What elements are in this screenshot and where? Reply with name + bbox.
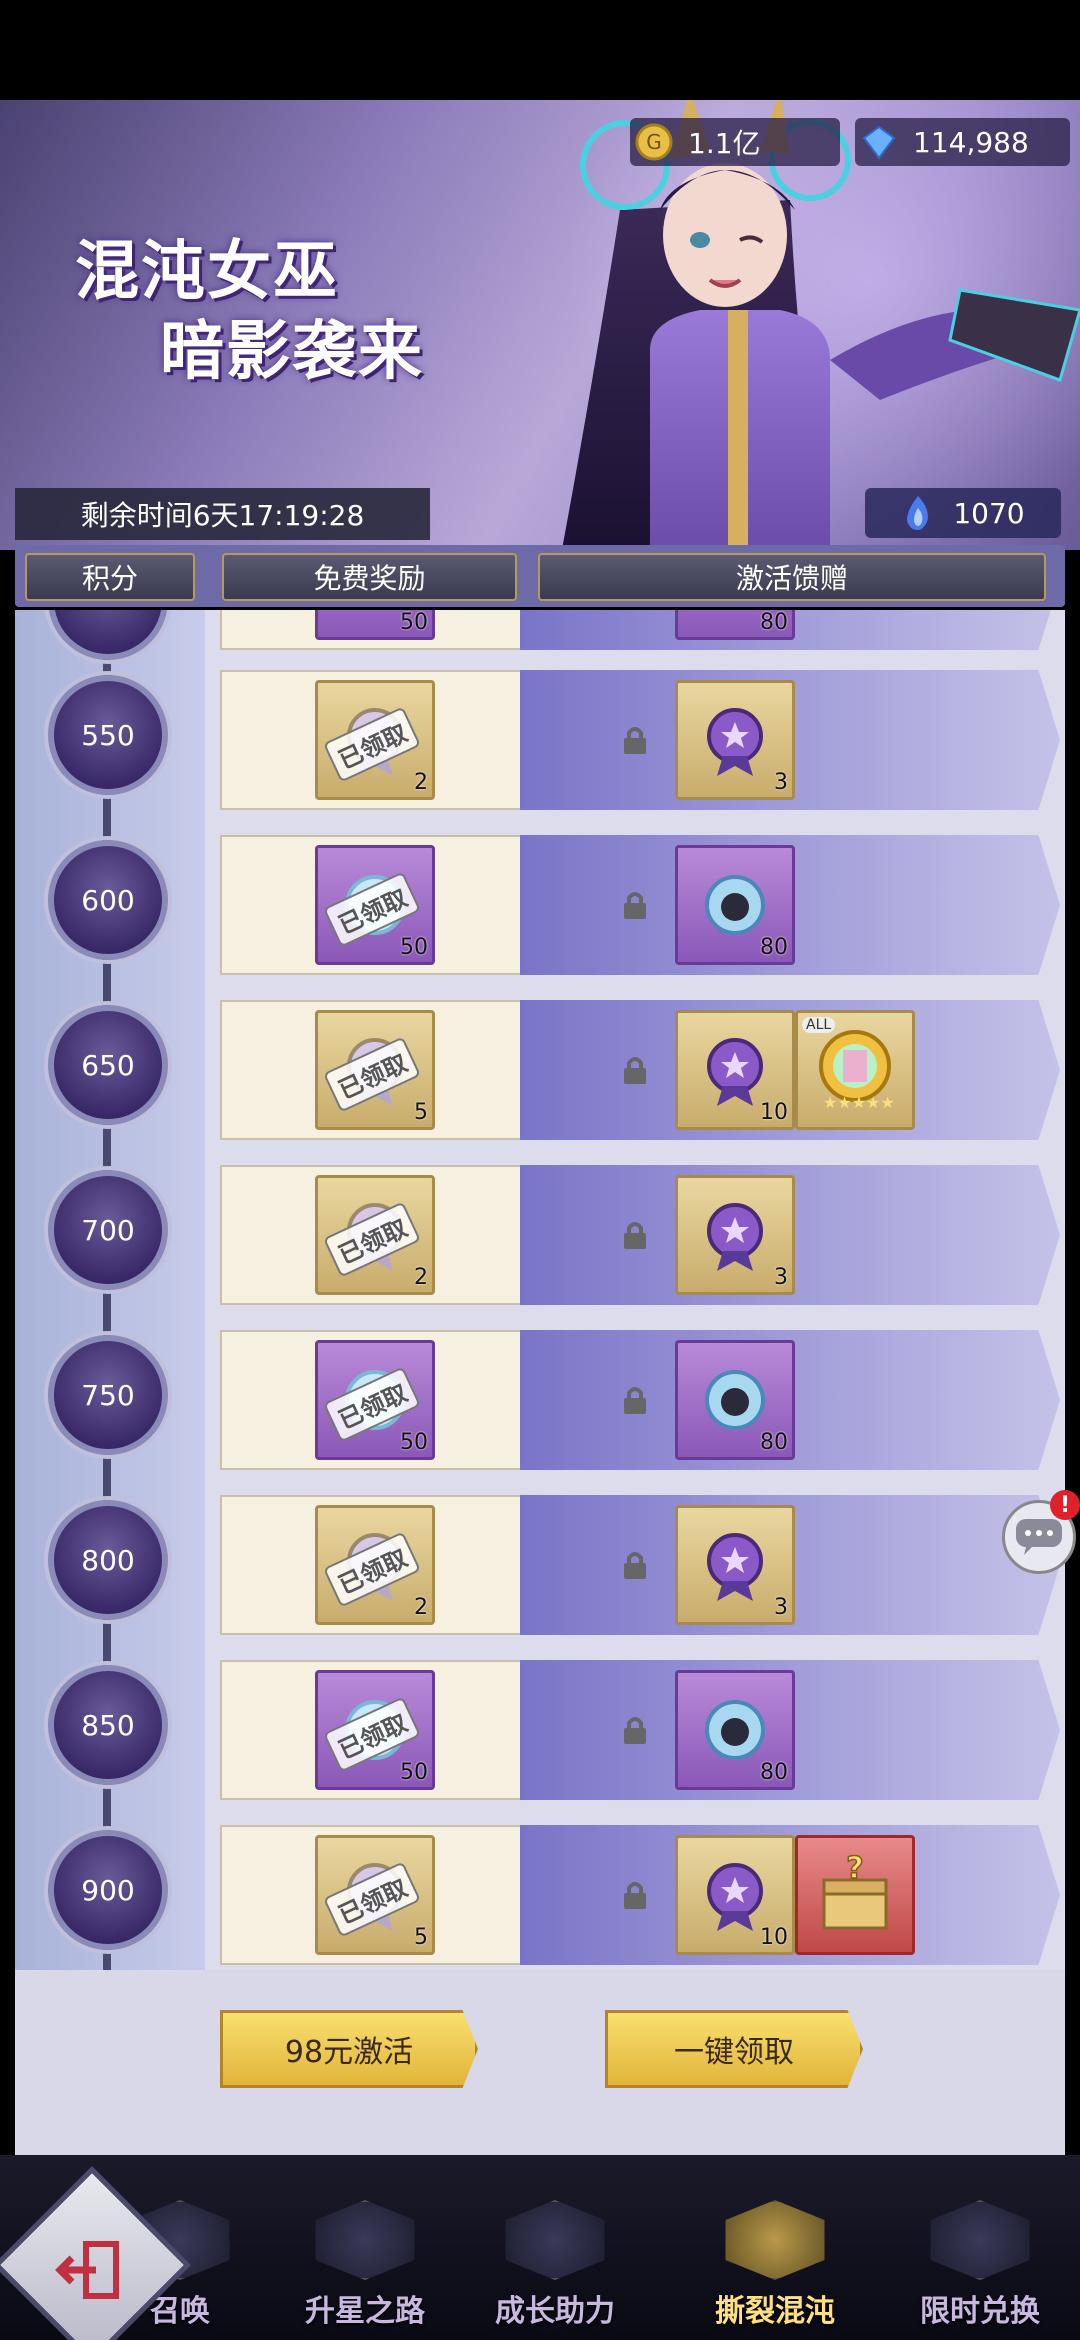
claim-all-button[interactable]: 一键领取: [605, 2010, 863, 2088]
tab-activation-gifts[interactable]: 激活馈赠: [538, 553, 1046, 601]
reward-item-purple-medal[interactable]: 10: [675, 1835, 795, 1955]
remaining-time: 剩余时间6天17:19:28: [15, 488, 430, 540]
lock-icon: [624, 1057, 646, 1084]
score-node: 700: [48, 1170, 168, 1290]
reward-item-purple-medal[interactable]: 10: [675, 1010, 795, 1130]
lock-icon: [624, 1387, 646, 1414]
nav-tear-chaos[interactable]: 撕裂混沌: [690, 2200, 860, 2340]
nav-label: 限时兑换: [920, 2294, 1040, 2329]
lock-icon: [624, 1222, 646, 1249]
reward-row: 已领取 50 80: [220, 1330, 1060, 1470]
nav-label: 成长助力: [495, 2294, 615, 2329]
reward-item-purple-medal[interactable]: 3: [675, 680, 795, 800]
gem-counter[interactable]: 114,988: [855, 118, 1070, 166]
chat-bubble-icon: [1016, 1519, 1062, 1555]
lock-icon: [624, 1717, 646, 1744]
svg-text:★★★★★: ★★★★★: [823, 1093, 895, 1112]
wing-emblem-icon: [505, 2200, 605, 2280]
lock-icon: [624, 1552, 646, 1579]
exit-door-icon: [55, 2241, 119, 2299]
reward-row: 已领取 2 3: [220, 1495, 1060, 1635]
nav-limited-exchange[interactable]: 限时兑换: [895, 2200, 1065, 2340]
gift-box-icon: [930, 2200, 1030, 2280]
svg-text:?: ?: [846, 1851, 863, 1886]
points-counter: 1070: [865, 488, 1061, 538]
activate-98-button[interactable]: 98元激活: [220, 2010, 478, 2088]
reward-row: 已领取 5 10 ?: [220, 1825, 1060, 1965]
score-node: 750: [48, 1335, 168, 1455]
reward-item-medal[interactable]: 已领取 2: [315, 1175, 435, 1295]
reward-row-partial: 50 80: [220, 610, 1060, 650]
reward-item-purple-medal[interactable]: 3: [675, 1175, 795, 1295]
reward-item-dark-orb[interactable]: 80: [675, 845, 795, 965]
reward-item-mystery-chest[interactable]: ?: [795, 1835, 915, 1955]
score-node: 650: [48, 1005, 168, 1125]
score-node: 850: [48, 1665, 168, 1785]
tab-free-rewards[interactable]: 免费奖励: [222, 553, 517, 601]
reward-item-crystal-orb[interactable]: 已领取 50: [315, 1670, 435, 1790]
reward-item-medal[interactable]: 已领取 5: [315, 1835, 435, 1955]
diamond-icon: [859, 122, 899, 162]
notification-badge: !: [1050, 1490, 1080, 1520]
score-node: 550: [48, 675, 168, 795]
reward-item-rainbow-card[interactable]: ★★★★★ ALL: [795, 1010, 915, 1130]
nav-label: 升星之路: [305, 2294, 425, 2329]
nav-label: 撕裂混沌: [715, 2294, 835, 2329]
gold-amount: 1.1亿: [688, 127, 761, 160]
lock-icon: [624, 1882, 646, 1909]
event-title-line2: 暗影袭来: [160, 315, 424, 389]
gem-amount: 114,988: [913, 125, 1029, 159]
score-node: 600: [48, 840, 168, 960]
nav-star-road[interactable]: 升星之路: [280, 2200, 450, 2340]
reward-row: 已领取 50 80: [220, 835, 1060, 975]
reward-item-crystal-orb[interactable]: 已领取 50: [315, 845, 435, 965]
tab-points[interactable]: 积分: [25, 553, 195, 601]
score-node: 900: [48, 1830, 168, 1950]
reward-row: 已领取 2 3: [220, 1165, 1060, 1305]
score-node: 800: [48, 1500, 168, 1620]
chaos-emblem-icon: [725, 2200, 825, 2280]
points-value: 1070: [953, 496, 1025, 530]
status-bar: [0, 0, 1080, 100]
lock-icon: [624, 892, 646, 919]
blue-flame-icon: [907, 496, 929, 530]
reward-item-medal[interactable]: 已领取 2: [315, 680, 435, 800]
star-moon-emblem-icon: [315, 2200, 415, 2280]
reward-item-purple-medal[interactable]: 3: [675, 1505, 795, 1625]
reward-item-medal[interactable]: 已领取 2: [315, 1505, 435, 1625]
reward-track-list[interactable]: 50 80 550 已领取 2 3 600 已领取 50 80 650 已领取 …: [15, 610, 1065, 1970]
event-title-line1: 混沌女巫: [75, 235, 339, 309]
reward-item-dark-orb[interactable]: 80: [675, 1670, 795, 1790]
reward-item-crystal-orb[interactable]: 已领取 50: [315, 1340, 435, 1460]
gold-coin-icon: G: [634, 122, 674, 162]
reward-row: 已领取 5 10 ★★★★★ ALL: [220, 1000, 1060, 1140]
reward-item-dark-orb[interactable]: 80: [675, 1340, 795, 1460]
gold-counter[interactable]: G 1.1亿: [630, 118, 840, 166]
reward-item-medal[interactable]: 已领取 5: [315, 1010, 435, 1130]
all-tag: ALL: [802, 1017, 836, 1033]
lock-icon: [624, 727, 646, 754]
reward-row: 已领取 2 3: [220, 670, 1060, 810]
reward-row: 已领取 50 80: [220, 1660, 1060, 1800]
svg-text:G: G: [646, 130, 662, 154]
action-bar: [15, 1970, 1065, 2155]
nav-growth-boost[interactable]: 成长助力: [470, 2200, 640, 2340]
